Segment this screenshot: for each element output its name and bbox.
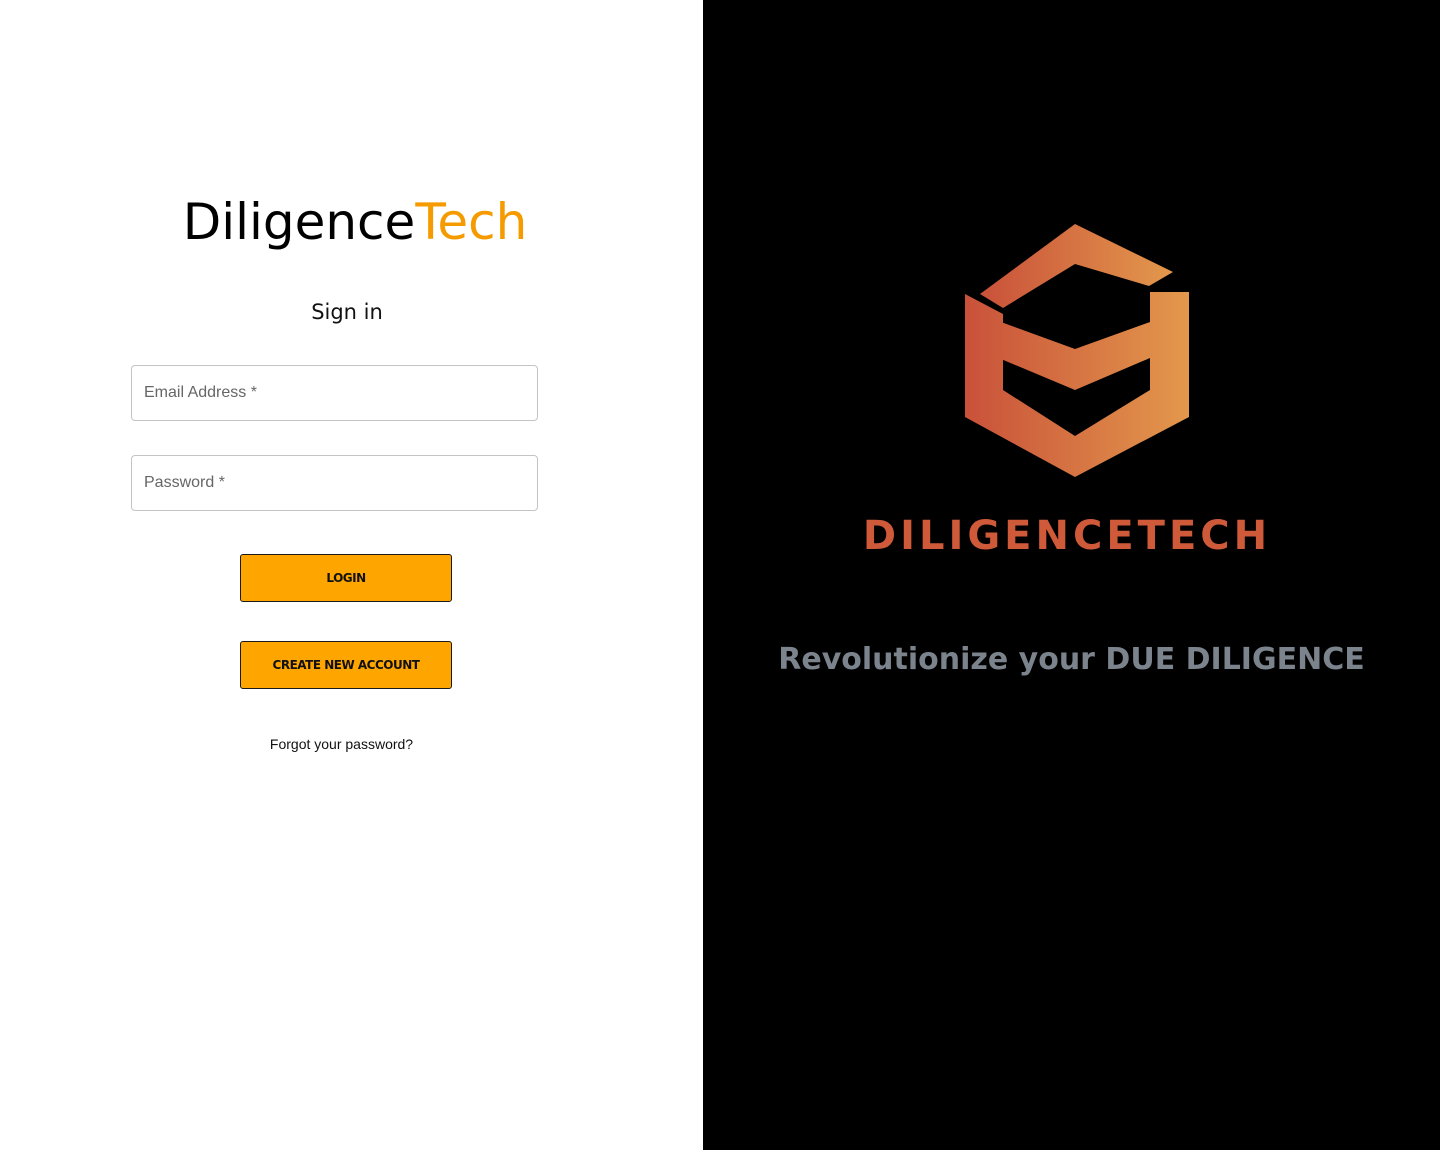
hero-tagline: Revolutionize your DUE DILIGENCE bbox=[778, 642, 1365, 677]
brand-title-part1: Diligence bbox=[182, 193, 416, 251]
hero-panel bbox=[703, 0, 1440, 1150]
email-field[interactable] bbox=[131, 365, 538, 421]
sign-in-panel: DiligenceTech Sign in LOGIN CREATE NEW A… bbox=[0, 0, 703, 1150]
forgot-password-link[interactable]: Forgot your password? bbox=[0, 735, 683, 753]
brand-title-part2: Tech bbox=[415, 193, 528, 251]
create-account-button[interactable]: CREATE NEW ACCOUNT bbox=[240, 641, 452, 689]
login-button[interactable]: LOGIN bbox=[240, 554, 452, 602]
logo-wordmark: DILIGENCETECH bbox=[862, 513, 1272, 559]
password-field[interactable] bbox=[131, 455, 538, 511]
brand-title: DiligenceTech bbox=[0, 190, 710, 254]
diligencetech-hexagon-logo-icon bbox=[965, 224, 1189, 477]
page-title: Sign in bbox=[311, 300, 383, 324]
email-input[interactable] bbox=[132, 366, 537, 420]
password-input[interactable] bbox=[132, 456, 537, 510]
